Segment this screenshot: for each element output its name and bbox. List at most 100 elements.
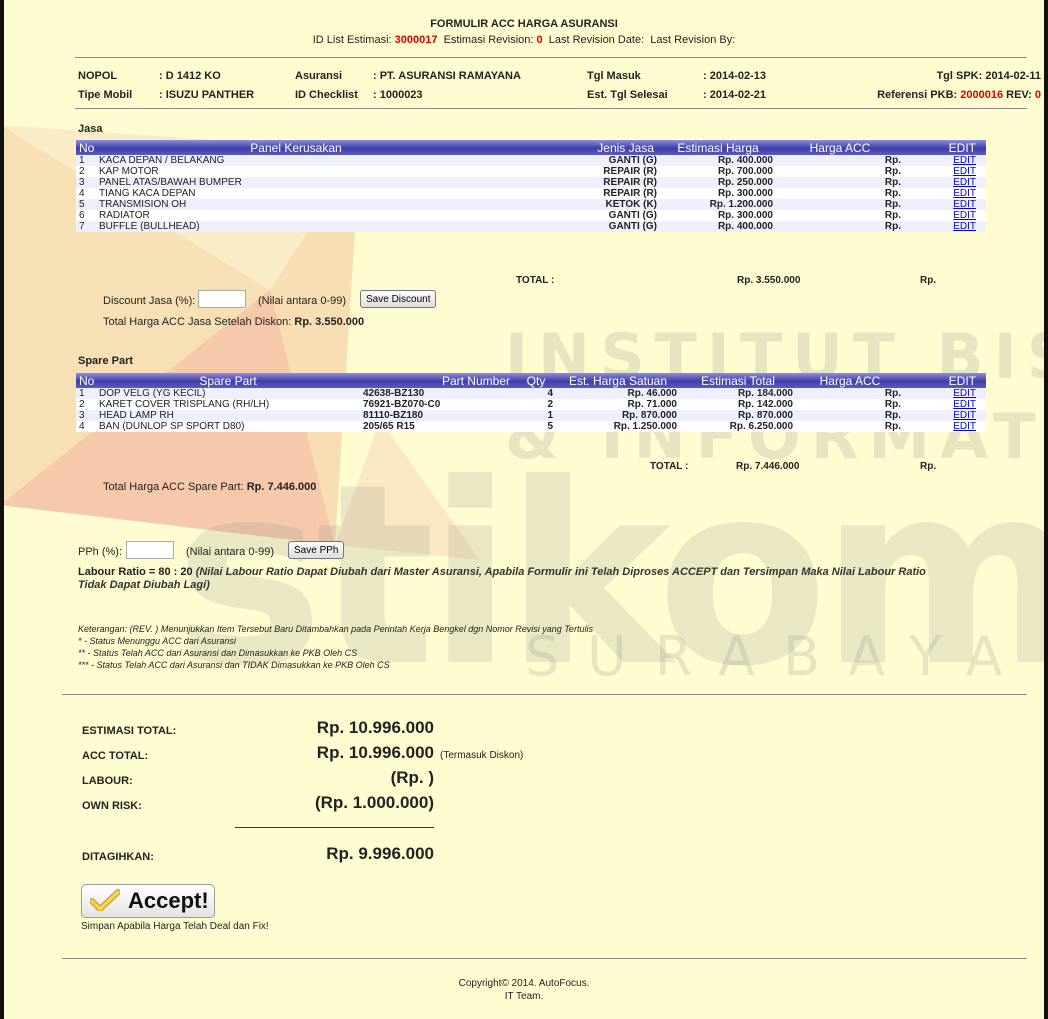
discount-input[interactable] bbox=[198, 290, 246, 308]
row-harga-acc: Rp. bbox=[796, 421, 904, 432]
header-subtitle: ID List Estimasi: 3000017 Estimasi Revis… bbox=[0, 34, 1048, 46]
edit-link[interactable]: EDIT bbox=[953, 188, 976, 199]
divider bbox=[62, 958, 1027, 959]
col-estimasi-total: Estimasi Total bbox=[680, 373, 796, 388]
labour-ratio-note: Tidak Dapat Diubah Lagi) bbox=[78, 579, 210, 591]
asuransi-value: : PT. ASURANSI RAMAYANA bbox=[373, 70, 521, 82]
total-acc-spare: Total Harga ACC Spare Part: Rp. 7.446.00… bbox=[103, 481, 316, 493]
row-jenis: REPAIR (R) bbox=[496, 188, 660, 199]
jasa-total-acc: Rp. bbox=[920, 275, 937, 286]
table-row: 3 HEAD LAMP RH 81110-BZ180 1 Rp. 870.000 Rp. … bbox=[76, 410, 986, 421]
row-qty: 5 bbox=[516, 421, 556, 432]
row-panel: TRANSMISION OH bbox=[96, 199, 496, 210]
spare-total-acc: Rp. bbox=[920, 461, 937, 472]
row-harga-satuan: Rp. 870.000 bbox=[556, 410, 680, 421]
ditagihkan-label: DITAGIHKAN: bbox=[82, 851, 154, 863]
edit-link[interactable]: EDIT bbox=[953, 177, 976, 188]
row-edit-cell: EDIT bbox=[904, 399, 986, 410]
table-row: 4 TIANG KACA DEPAN REPAIR (R) Rp. 300.000 Rp… bbox=[76, 188, 986, 199]
row-no: 1 bbox=[76, 155, 96, 166]
last-rev-by-label: Last Revision By: bbox=[650, 34, 736, 46]
estimasi-total-label: ESTIMASI TOTAL: bbox=[82, 725, 177, 737]
labour-ratio-label: Labour Ratio = 80 : 20 bbox=[78, 566, 193, 578]
row-no: 4 bbox=[76, 421, 96, 432]
edit-link[interactable]: EDIT bbox=[953, 388, 976, 399]
edit-link[interactable]: EDIT bbox=[953, 421, 976, 432]
row-estimasi-total: Rp. 184.000 bbox=[680, 388, 796, 399]
row-estimasi: Rp. 700.000 bbox=[660, 166, 776, 177]
check-icon bbox=[89, 888, 121, 914]
row-harga-acc: Rp. bbox=[776, 221, 904, 232]
keterangan-line: Keterangan: (REV. ) Menunjukkan Item Ter… bbox=[78, 624, 593, 634]
row-harga-satuan: Rp. 46.000 bbox=[556, 388, 680, 399]
own-risk-value: (Rp. 1.000.000) bbox=[314, 793, 434, 812]
row-edit-cell: EDIT bbox=[904, 199, 986, 210]
save-discount-button[interactable]: Save Discount bbox=[360, 290, 437, 308]
tglmasuk-value: : 2014-02-13 bbox=[703, 70, 766, 82]
referensi-pkb: Referensi PKB: 2000016 REV: 0 bbox=[877, 89, 1041, 101]
tipe-label: Tipe Mobil bbox=[78, 89, 133, 101]
acc-total-label: ACC TOTAL: bbox=[82, 750, 149, 762]
table-row: 3 PANEL ATAS/BAWAH BUMPER REPAIR (R) Rp. 25… bbox=[76, 177, 986, 188]
edit-link[interactable]: EDIT bbox=[953, 210, 976, 221]
edit-link[interactable]: EDIT bbox=[953, 221, 976, 232]
col-part-number: Part Number bbox=[360, 373, 516, 388]
row-no: 3 bbox=[76, 410, 96, 421]
row-edit-cell: EDIT bbox=[904, 155, 986, 166]
row-estimasi: Rp. 300.000 bbox=[660, 210, 776, 221]
total-acc-spare-label: Total Harga ACC Spare Part: bbox=[103, 481, 244, 493]
row-spare-part: DOP VELG (YG KECIL) bbox=[96, 388, 360, 399]
total-after-discount: Total Harga ACC Jasa Setelah Diskon: Rp.… bbox=[103, 316, 364, 328]
row-no: 1 bbox=[76, 388, 96, 399]
jasa-total-est: Rp. 3.550.000 bbox=[737, 275, 801, 286]
acc-total-value: Rp. 10.996.000 bbox=[316, 743, 434, 762]
edit-link[interactable]: EDIT bbox=[953, 199, 976, 210]
row-estimasi-total: Rp. 142.000 bbox=[680, 399, 796, 410]
pph-input[interactable] bbox=[126, 541, 174, 559]
keterangan-line: *** - Status Telah ACC dari Asuransi dan… bbox=[78, 660, 390, 670]
row-no: 7 bbox=[76, 221, 96, 232]
row-qty: 2 bbox=[516, 399, 556, 410]
row-harga-acc: Rp. bbox=[796, 388, 904, 399]
rev-label: REV: bbox=[1006, 89, 1032, 101]
total-after-label: Total Harga ACC Jasa Setelah Diskon: bbox=[103, 316, 292, 328]
row-panel: KACA DEPAN / BELAKANG bbox=[96, 155, 496, 166]
accept-button[interactable]: Accept! bbox=[81, 884, 215, 918]
page-title: FORMULIR ACC HARGA ASURANSI bbox=[430, 18, 618, 30]
edit-link[interactable]: EDIT bbox=[953, 410, 976, 421]
divider bbox=[75, 57, 1027, 58]
row-part-number: 42638-BZ130 bbox=[360, 388, 516, 399]
row-harga-acc: Rp. bbox=[776, 177, 904, 188]
edit-link[interactable]: EDIT bbox=[953, 166, 976, 177]
id-list-label: ID List Estimasi: bbox=[312, 34, 392, 46]
save-pph-button[interactable]: Save PPh bbox=[288, 541, 345, 559]
right-border bbox=[1044, 0, 1048, 1019]
col-spare-part: Spare Part bbox=[96, 373, 360, 388]
edit-link[interactable]: EDIT bbox=[953, 399, 976, 410]
edit-link[interactable]: EDIT bbox=[953, 155, 976, 166]
row-no: 2 bbox=[76, 399, 96, 410]
table-row: 1 KACA DEPAN / BELAKANG GANTI (G) Rp. 400.0… bbox=[76, 155, 986, 166]
accept-note: Simpan Apabila Harga Telah Deal dan Fix! bbox=[81, 921, 269, 932]
row-jenis: GANTI (G) bbox=[496, 210, 660, 221]
refpkb-value: 2000016 bbox=[960, 89, 1004, 101]
row-estimasi-total: Rp. 870.000 bbox=[680, 410, 796, 421]
table-row: 7 BUFFLE (BULLHEAD) GANTI (G) Rp. 400.000 Rp… bbox=[76, 221, 986, 232]
row-jenis: REPAIR (R) bbox=[496, 177, 660, 188]
col-qty: Qty bbox=[516, 373, 556, 388]
spare-table: No Spare Part Part Number Qty Est. Harga… bbox=[76, 373, 986, 432]
pph-hint: (Nilai antara 0-99) bbox=[186, 546, 275, 558]
row-harga-acc: Rp. bbox=[776, 210, 904, 221]
row-edit-cell: EDIT bbox=[904, 210, 986, 221]
tglmasuk-label: Tgl Masuk bbox=[587, 70, 641, 82]
row-edit-cell: EDIT bbox=[904, 188, 986, 199]
est-rev-value: 0 bbox=[536, 34, 543, 46]
table-header: No Panel Kerusakan Jenis Jasa Estimasi H… bbox=[76, 140, 986, 155]
row-estimasi: Rp. 300.000 bbox=[660, 188, 776, 199]
row-qty: 1 bbox=[516, 410, 556, 421]
row-harga-acc: Rp. bbox=[776, 199, 904, 210]
col-no: No bbox=[76, 373, 96, 388]
jasa-total-label: TOTAL : bbox=[516, 275, 555, 286]
row-harga-acc: Rp. bbox=[776, 166, 904, 177]
row-jenis: GANTI (G) bbox=[496, 155, 660, 166]
